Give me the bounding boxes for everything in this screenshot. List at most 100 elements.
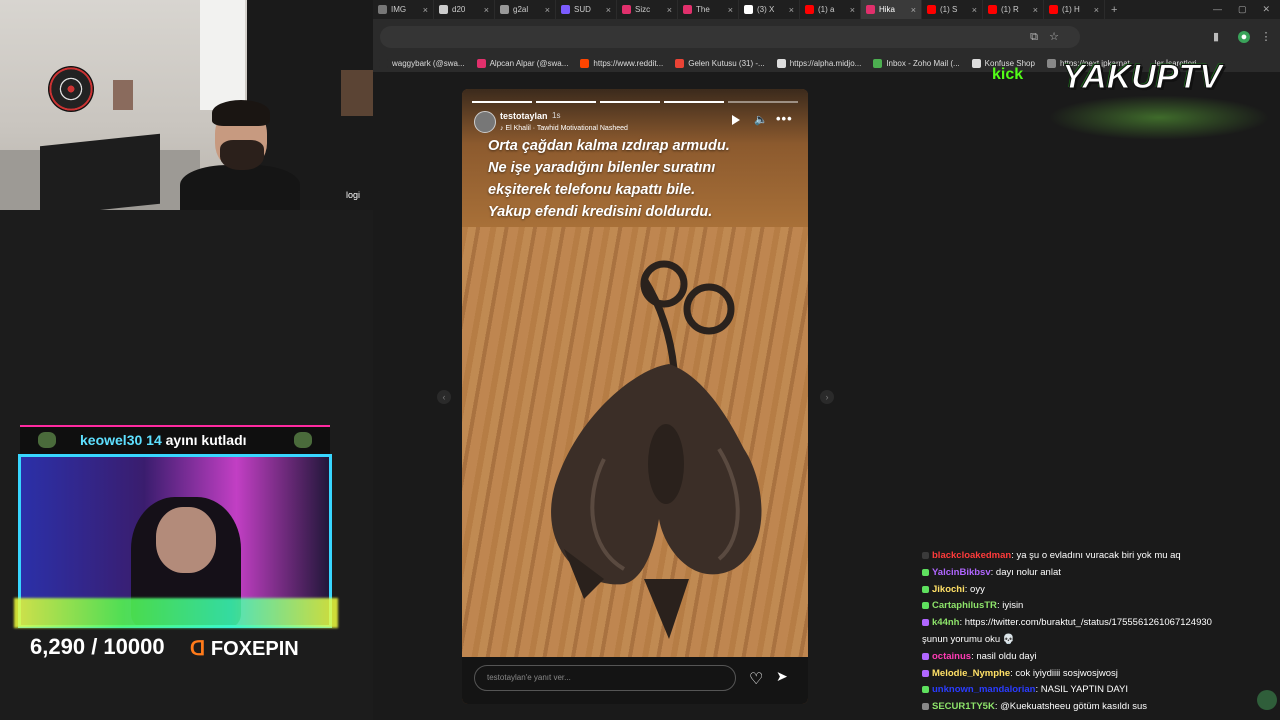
browser-tab[interactable]: (1) S × [922, 0, 983, 19]
tab-favicon-icon [378, 5, 387, 14]
volume-icon[interactable]: 🔈 [754, 113, 768, 126]
room-window [200, 0, 245, 110]
browser-tab[interactable]: d20 × [434, 0, 495, 19]
chat-message: SECUR1TY5K: @Kuekuatsheeu götüm kasıldı … [922, 699, 1272, 716]
bookmark-star-icon[interactable]: ☆ [1048, 31, 1060, 43]
tab-label: (1) H [1062, 5, 1080, 14]
reply-input[interactable]: testotaylan'e yanıt ver... [474, 665, 736, 691]
celebrant-months: 14 [146, 432, 162, 448]
close-icon[interactable]: × [850, 5, 855, 15]
bookmark-favicon-icon [776, 58, 786, 68]
picture-frame [341, 70, 373, 116]
close-icon[interactable]: × [972, 5, 977, 15]
story-username[interactable]: testotaylan [500, 111, 548, 121]
chat-message: şunun yorumu oku 💀 [922, 632, 1272, 649]
chat-text: şunun yorumu oku 💀 [922, 633, 1015, 645]
browser-tab[interactable]: (1) R × [983, 0, 1044, 19]
bookmark-item[interactable]: Inbox - Zoho Mail (... [867, 58, 965, 68]
close-icon[interactable]: × [606, 5, 611, 15]
wall-poster [113, 80, 133, 110]
close-icon[interactable]: × [789, 5, 794, 15]
chat-badge-icon [922, 602, 929, 610]
chat-username[interactable]: CartaphilusTR [932, 600, 997, 611]
chat-message: unknown_mandalorian: NASIL YAPTIN DAYI [922, 682, 1272, 699]
story-progress-segment [536, 101, 596, 103]
menu-icon[interactable]: ⋮ [1260, 31, 1272, 43]
celebrant-name: keowel30 [80, 432, 143, 448]
browser-tab[interactable]: (1) a × [800, 0, 861, 19]
tab-favicon-icon [1049, 5, 1058, 14]
chat-username[interactable]: blackcloakedman [932, 550, 1011, 561]
chat-badge-icon [922, 669, 929, 677]
chat-username[interactable]: SECUR1TY5K [932, 701, 995, 712]
close-icon[interactable]: × [1033, 5, 1038, 15]
tab-label: IMG [391, 5, 407, 14]
maximize-icon[interactable]: ▢ [1238, 4, 1247, 15]
goal-current: 6,290 [30, 634, 86, 659]
bookmark-item[interactable]: https://alpha.midjo... [771, 58, 868, 68]
browser-tab[interactable]: (1) H × [1044, 0, 1105, 19]
chat-username[interactable]: Jikochi [932, 584, 965, 595]
browser-tab[interactable]: SUD × [556, 0, 617, 19]
chat-message: CartaphilusTR: iyisin [922, 598, 1272, 615]
tab-label: (1) R [1001, 5, 1019, 14]
play-icon[interactable] [732, 115, 740, 125]
tab-label: The [696, 5, 710, 14]
new-tab-button[interactable]: + [1105, 4, 1123, 16]
bookmark-item[interactable]: Gelen Kutusu (31) -... [669, 58, 770, 68]
next-story-button[interactable]: › [820, 390, 834, 404]
more-options-icon[interactable]: ••• [776, 111, 793, 126]
chat-username[interactable]: octainus [932, 651, 971, 662]
close-icon[interactable]: × [728, 5, 733, 15]
webcam-brand: logi [346, 190, 361, 200]
chat-username[interactable]: unknown_mandalorian [932, 684, 1035, 695]
browser-tab[interactable]: Hika × [861, 0, 922, 19]
close-icon[interactable]: × [911, 5, 916, 15]
browser-tab[interactable]: IMG × [373, 0, 434, 19]
close-icon[interactable]: × [545, 5, 550, 15]
browser-tab[interactable]: Sizc × [617, 0, 678, 19]
minimize-icon[interactable]: — [1213, 4, 1222, 15]
send-icon[interactable]: ➤ [776, 668, 788, 685]
tab-bar: IMG × d20 × g2al × SUD × Sizc × The × (3) X × (1) a × Hi… [373, 0, 1280, 19]
chat-username[interactable]: k44nh [932, 617, 959, 628]
chat-username[interactable]: Melodie_Nymphe [932, 668, 1010, 679]
story-progress-segment [600, 101, 660, 103]
chat-username[interactable]: YalcinBikbsv [932, 567, 991, 578]
install-icon[interactable]: ⧉ [1028, 31, 1040, 43]
tab-label: (1) a [818, 5, 835, 14]
browser-tab[interactable]: g2al × [495, 0, 556, 19]
tab-label: SUD [574, 5, 591, 14]
address-bar[interactable] [380, 26, 1080, 48]
browser-tab[interactable]: The × [678, 0, 739, 19]
chat-message: octainus: nasil oldu dayi [922, 649, 1272, 666]
story-music[interactable]: ♪ El Khalil · Tawhid Motivational Nashee… [500, 125, 628, 132]
tab-favicon-icon [439, 5, 448, 14]
close-window-icon[interactable]: ✕ [1262, 4, 1270, 15]
chat-message: k44nh: https://twitter.com/buraktut_/sta… [922, 615, 1272, 632]
goal-total: / 10000 [91, 634, 165, 659]
chat-message: YalcinBikbsv: dayı nolur anlat [922, 565, 1272, 582]
tab-favicon-icon [988, 5, 997, 14]
bookmark-item[interactable]: Alpcan Alpar (@swa... [471, 58, 575, 68]
bookmark-label: https://alpha.midjo... [789, 58, 862, 68]
dartboard [48, 66, 94, 112]
sidebar-icon[interactable]: ▮ [1210, 31, 1222, 43]
caption-line: Yakup efendi kredisini doldurdu. [488, 204, 713, 220]
tab-favicon-icon [561, 5, 570, 14]
close-icon[interactable]: × [1094, 5, 1099, 15]
profile-avatar-icon[interactable]: ● [1238, 31, 1250, 43]
story-avatar[interactable] [474, 111, 496, 133]
prev-story-button[interactable]: ‹ [437, 390, 451, 404]
bookmark-item[interactable]: waggybark (@swa... [373, 58, 471, 68]
kick-logo: kick [992, 66, 1024, 83]
browser-tab[interactable]: (3) X × [739, 0, 800, 19]
tab-label: Hika [879, 5, 896, 14]
heart-icon[interactable]: ♡ [749, 669, 763, 689]
close-icon[interactable]: × [667, 5, 672, 15]
close-icon[interactable]: × [423, 5, 428, 15]
chat-message: Melodie_Nymphe: cok iyiydiiii sosjwosjwo… [922, 666, 1272, 683]
bookmark-item[interactable]: https://www.reddit... [574, 58, 669, 68]
tab-favicon-icon [622, 5, 631, 14]
close-icon[interactable]: × [484, 5, 489, 15]
